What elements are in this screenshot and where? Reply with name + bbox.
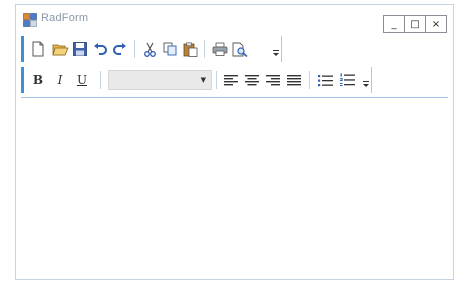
redo-icon: [113, 43, 126, 55]
align-center-icon: [245, 75, 259, 86]
close-icon: ×: [431, 18, 441, 30]
title-bar[interactable]: RadForm _ □ ×: [16, 5, 453, 35]
toolbar-separator: [134, 40, 135, 58]
font-select[interactable]: ▼: [108, 70, 212, 90]
align-left-icon: [224, 75, 238, 86]
undo-icon: [94, 43, 107, 55]
numbered-list-button[interactable]: [337, 71, 357, 89]
maximize-icon: □: [410, 18, 420, 30]
new-document-button[interactable]: [28, 40, 48, 58]
copy-icon: [163, 42, 176, 56]
align-left-button[interactable]: [221, 71, 241, 89]
toolbar-separator: [100, 71, 101, 89]
copy-button[interactable]: [160, 40, 180, 58]
justify-icon: [287, 75, 301, 86]
print-button[interactable]: [210, 40, 230, 58]
minimize-button[interactable]: _: [383, 15, 405, 33]
open-button[interactable]: [50, 40, 70, 58]
justify-button[interactable]: [284, 71, 304, 89]
align-right-icon: [266, 75, 280, 86]
bulleted-list-icon: [317, 74, 333, 86]
save-icon: [73, 42, 87, 56]
new-document-icon: [32, 41, 44, 57]
paste-button[interactable]: [180, 40, 200, 58]
toolbar-overflow-button[interactable]: [361, 74, 371, 88]
undo-button[interactable]: [90, 40, 110, 58]
formatting-toolbar: B I U ▼: [21, 67, 372, 93]
toolbar-separator: [216, 71, 217, 89]
toolbar-overflow-icon: [363, 81, 369, 87]
chevron-down-icon: ▼: [200, 76, 206, 84]
toolbar-divider: [21, 97, 448, 98]
editor-area[interactable]: [21, 99, 448, 276]
toolbar-separator: [204, 40, 205, 58]
toolbar-edge: [371, 67, 372, 93]
window-controls: _ □ ×: [383, 15, 447, 33]
toolbar-edge: [281, 36, 282, 62]
maximize-button[interactable]: □: [404, 15, 426, 33]
align-right-button[interactable]: [263, 71, 283, 89]
paste-icon: [183, 42, 197, 57]
minimize-icon: _: [391, 18, 397, 30]
toolbar-overflow-icon: [273, 50, 279, 56]
rad-form-window: RadForm _ □ × B I U ▼: [15, 4, 454, 280]
bulleted-list-button[interactable]: [315, 71, 335, 89]
bold-button[interactable]: B: [28, 71, 48, 89]
save-button[interactable]: [70, 40, 90, 58]
toolbar-overflow-button[interactable]: [271, 43, 281, 57]
redo-button[interactable]: [110, 40, 130, 58]
underline-button[interactable]: U: [72, 71, 92, 89]
italic-button[interactable]: I: [50, 71, 70, 89]
window-title: RadForm: [41, 12, 89, 24]
close-button[interactable]: ×: [425, 15, 447, 33]
app-icon: [23, 12, 37, 27]
main-toolbar: [21, 36, 282, 62]
cut-icon: [144, 42, 156, 57]
print-icon: [212, 42, 228, 56]
numbered-list-icon: [339, 73, 355, 86]
print-preview-button[interactable]: [230, 40, 250, 58]
toolbar-separator: [309, 71, 310, 89]
open-folder-icon: [51, 44, 69, 56]
cut-button[interactable]: [140, 40, 160, 58]
align-center-button[interactable]: [242, 71, 262, 89]
print-preview-icon: [232, 42, 248, 57]
